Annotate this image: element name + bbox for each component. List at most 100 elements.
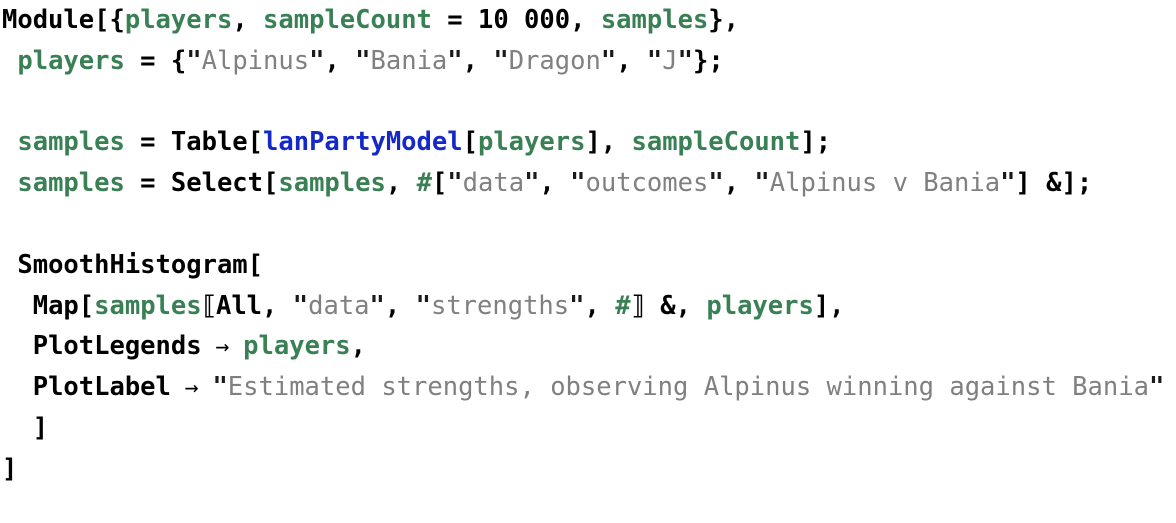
token-close-brace-comma: }, (708, 5, 740, 35)
token-plotlegends-option: PlotLegends (32, 331, 202, 362)
token-open-bracket: [ (247, 249, 264, 280)
token-string-data: data (308, 290, 370, 321)
token-close-bracket-semicolon: ]; (1061, 168, 1093, 199)
token-string-data: data (462, 168, 525, 199)
token-assign-operator: = (124, 168, 171, 199)
wolfram-code-cell[interactable]: Module[{players, sampleCount = 10 000, s… (0, 0, 1176, 523)
token-quote: " (309, 45, 325, 76)
token-quote: " (570, 168, 586, 199)
token-quote: " (186, 45, 202, 76)
code-line-2[interactable]: players = {"Alpinus", "Bania", "Dragon",… (0, 41, 1176, 82)
token-open-bracket: [ (78, 290, 95, 321)
token-comma: , (723, 168, 755, 199)
token-assign-operator: = (124, 45, 171, 76)
token-close-bracket-comma: ], (585, 127, 632, 158)
code-line-9[interactable]: PlotLegends → players, (0, 326, 1176, 367)
token-players: players (124, 5, 233, 35)
token-quote: " (493, 45, 509, 76)
token-assign-operator: = (124, 127, 171, 158)
token-string-strengths: strengths (430, 290, 570, 321)
token-slot-hash: # (416, 168, 432, 199)
token-double-bracket-close: ⟧ (630, 290, 646, 321)
token-close-bracket-semicolon: ]; (800, 127, 832, 158)
code-line-blank-1 (0, 82, 1176, 123)
token-open-bracket: [ (263, 168, 279, 199)
code-line-11[interactable]: ] (0, 408, 1176, 449)
token-comma: , (350, 331, 366, 362)
code-line-7[interactable]: SmoothHistogram[ (0, 245, 1176, 286)
token-open-bracket: [ (247, 127, 264, 158)
token-lanpartymodel: lanPartyModel (263, 127, 463, 158)
token-slot-hash: # (615, 290, 631, 321)
rule-arrow-icon: → (170, 375, 213, 402)
token-function-ampersand: & (1046, 168, 1062, 199)
rule-arrow-icon: → (201, 334, 244, 361)
token-samplecount: sampleCount (631, 127, 801, 158)
token-close-brace-semicolon: }; (693, 45, 724, 76)
token-players: players (477, 127, 586, 158)
token-comma: , (616, 45, 647, 76)
token-quote: " (646, 45, 663, 76)
token-quote: " (447, 168, 463, 199)
token-string-alpinus-v-bania: Alpinus v Bania (769, 168, 1001, 199)
token-function-ampersand: &, (644, 290, 707, 321)
token-quote: " (415, 290, 431, 321)
code-line-5[interactable]: samples = Select[samples, #["data", "out… (0, 163, 1176, 204)
token-comma: , (324, 45, 356, 76)
token-comma: , (384, 290, 416, 321)
token-comma: , (539, 168, 571, 199)
token-quote: " (569, 290, 585, 321)
token-close-bracket-comma: ], (813, 290, 845, 321)
token-open-bracket: [ (431, 168, 448, 199)
code-line-4[interactable]: samples = Table[lanPartyModel[players], … (0, 122, 1176, 163)
token-quote: " (677, 45, 693, 76)
token-quote: " (1000, 168, 1016, 199)
token-comma: , (232, 5, 264, 35)
token-module: Module (2, 5, 95, 35)
token-string-j: J (662, 45, 678, 76)
token-plotlabel-option: PlotLabel (32, 372, 171, 403)
token-quote: " (1148, 372, 1165, 403)
token-comma: , (570, 5, 601, 35)
token-quote: " (369, 290, 385, 321)
token-assign-operator: = (431, 5, 478, 35)
token-samples: samples (600, 5, 709, 35)
token-close-bracket: ] (32, 412, 49, 443)
token-close-bracket: ] (2, 453, 18, 484)
token-comma: , (385, 168, 417, 199)
token-samplecount: sampleCount (263, 5, 432, 35)
token-players: players (17, 45, 125, 76)
code-line-8[interactable]: Map[samples⟦All, "data", "strengths", #⟧… (0, 286, 1176, 327)
token-samples: samples (94, 290, 202, 321)
token-quote: " (708, 168, 724, 199)
code-line-12[interactable]: ] (0, 449, 1176, 490)
code-line-10[interactable]: PlotLabel → "Estimated strengths, observ… (0, 367, 1176, 408)
token-string-bania: Bania (370, 45, 448, 76)
token-quote: " (355, 45, 371, 76)
code-line-1[interactable]: Module[{players, sampleCount = 10 000, s… (0, 0, 1176, 41)
token-string-alpinus: Alpinus (201, 45, 310, 76)
token-samples: samples (17, 168, 125, 199)
token-string-dragon: Dragon (508, 45, 601, 76)
token-string-plot-label: Estimated strengths, observing Alpinus w… (227, 372, 1149, 403)
token-select: Select (170, 168, 264, 199)
token-players: players (243, 331, 351, 362)
token-double-bracket-open: ⟦ (201, 290, 217, 321)
token-number-10000: 10 000 (477, 5, 571, 35)
token-samples: samples (17, 127, 125, 158)
token-players: players (706, 290, 814, 321)
token-samples: samples (278, 168, 386, 199)
token-quote: " (600, 45, 617, 76)
token-quote: " (212, 372, 228, 403)
token-comma: , (462, 45, 494, 76)
token-string-outcomes: outcomes (585, 168, 709, 199)
token-smoothhistogram: SmoothHistogram (17, 249, 248, 280)
token-quote: " (292, 290, 309, 321)
token-comma: , (262, 290, 293, 321)
token-table: Table (170, 127, 248, 158)
